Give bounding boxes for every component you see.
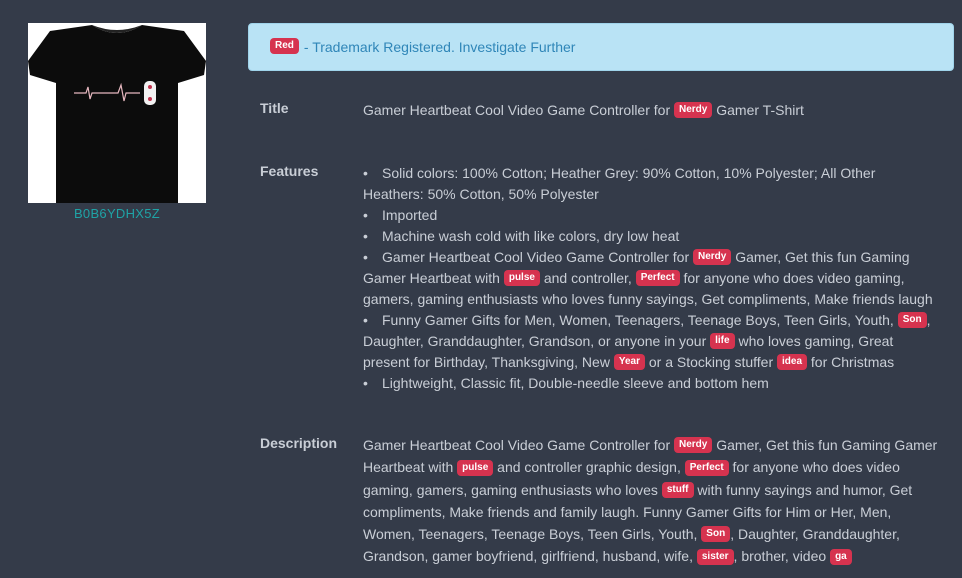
keyword-badge: Perfect — [684, 459, 729, 476]
text-segment: and controller, — [539, 270, 636, 286]
feature-item: • Lightweight, Classic fit, Double-needle… — [363, 373, 938, 394]
feature-item: • Solid colors: 100% Cotton; Heather Grey… — [363, 163, 938, 205]
feature-item: • Funny Gamer Gifts for Men, Women, Teena… — [363, 310, 938, 373]
keyword-badge: Son — [897, 312, 927, 329]
text-segment: Gamer T-Shirt — [712, 102, 804, 118]
text-segment: , brother, video — [733, 548, 831, 565]
keyword-badge: pulse — [503, 270, 540, 287]
text-segment: for Christmas — [807, 354, 895, 370]
bullet-icon: • — [363, 249, 368, 265]
feature-item: • Machine wash cold with like colors, dry… — [363, 226, 938, 247]
features-list: • Solid colors: 100% Cotton; Heather Grey… — [363, 163, 938, 394]
features-label: Features — [260, 163, 319, 179]
description-label: Description — [260, 435, 338, 451]
product-image[interactable] — [28, 23, 206, 203]
text-segment: Gamer Heartbeat Cool Video Game Controll… — [382, 249, 693, 265]
keyword-badge: idea — [777, 354, 808, 371]
keyword-badge: Nerdy — [674, 102, 713, 119]
bullet-icon: • — [363, 228, 368, 244]
feature-item: • Gamer Heartbeat Cool Video Game Control… — [363, 247, 938, 310]
text-segment: Machine wash cold with like colors, dry … — [382, 228, 680, 244]
text-segment: Imported — [382, 207, 438, 223]
text-segment: or a Stocking stuffer — [644, 354, 777, 370]
keyword-badge: Son — [701, 526, 731, 543]
text-segment: and controller graphic design, — [493, 459, 685, 476]
text-segment: Solid colors: 100% Cotton; Heather Grey:… — [363, 165, 876, 202]
status-badge: Red — [270, 38, 299, 54]
tshirt-icon — [28, 25, 206, 203]
keyword-badge: Year — [613, 354, 645, 371]
bullet-icon: • — [363, 375, 368, 391]
text-segment: Funny Gamer Gifts for Men, Women, Teenag… — [382, 312, 898, 328]
description-value: Gamer Heartbeat Cool Video Game Controll… — [363, 434, 938, 568]
trademark-alert: Red - Trademark Registered. Investigate … — [248, 23, 954, 71]
title-value: Gamer Heartbeat Cool Video Game Controll… — [363, 100, 938, 120]
title-label: Title — [260, 100, 289, 116]
alert-text: - Trademark Registered. Investigate Furt… — [303, 39, 576, 55]
bullet-icon: • — [363, 207, 368, 223]
keyword-badge: Perfect — [635, 270, 680, 287]
keyword-badge: ga — [830, 548, 852, 565]
keyword-badge: sister — [696, 548, 734, 565]
keyword-badge: life — [710, 333, 735, 350]
feature-item: • Imported — [363, 205, 938, 226]
keyword-badge: Nerdy — [693, 249, 732, 266]
text-segment: Gamer Heartbeat Cool Video Game Controll… — [363, 437, 674, 453]
bullet-icon: • — [363, 165, 368, 181]
keyword-badge: stuff — [661, 481, 694, 498]
keyword-badge: Nerdy — [674, 437, 713, 454]
text-segment: Lightweight, Classic fit, Double-needle … — [382, 375, 769, 391]
text-segment: Gamer Heartbeat Cool Video Game Controll… — [363, 102, 674, 118]
product-asin[interactable]: B0B6YDHX5Z — [28, 206, 206, 221]
bullet-icon: • — [363, 312, 368, 328]
keyword-badge: pulse — [457, 459, 494, 476]
